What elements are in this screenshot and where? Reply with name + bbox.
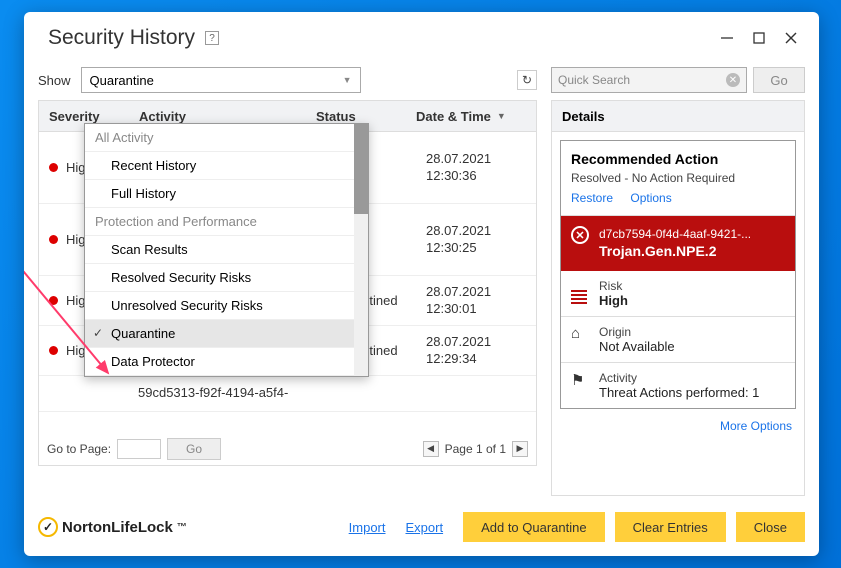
filter-selected: Quarantine xyxy=(90,73,154,88)
dropdown-item-unresolved-risks[interactable]: Unresolved Security Risks xyxy=(85,292,368,320)
goto-button[interactable]: Go xyxy=(167,438,221,460)
details-header: Details xyxy=(551,100,805,132)
activity-label: Activity xyxy=(599,371,759,385)
next-page-button[interactable]: ▶ xyxy=(512,441,528,457)
goto-input[interactable] xyxy=(117,439,161,459)
chevron-down-icon: ▼ xyxy=(343,75,352,85)
severity-dot-icon xyxy=(49,235,58,244)
dropdown-item-resolved-risks[interactable]: Resolved Security Risks xyxy=(85,264,368,292)
search-go-button[interactable]: Go xyxy=(753,67,805,93)
threat-name: Trojan.Gen.NPE.2 xyxy=(599,242,751,261)
trademark-icon: ™ xyxy=(177,522,187,533)
check-icon: ✓ xyxy=(38,517,58,537)
risk-value: High xyxy=(599,293,628,308)
import-link[interactable]: Import xyxy=(349,520,386,535)
restore-link[interactable]: Restore xyxy=(571,191,613,205)
close-button[interactable] xyxy=(783,30,799,46)
dropdown-item-quarantine[interactable]: Quarantine xyxy=(85,320,368,348)
col-activity[interactable]: Activity xyxy=(139,109,316,124)
brand-logo: ✓ NortonLifeLock ™ xyxy=(38,517,187,537)
security-history-window: Security History ? Show Quarantine ▼ ↻ S… xyxy=(24,12,819,556)
search-input[interactable]: Quick Search ✕ xyxy=(551,67,747,93)
filter-dropdown[interactable]: Quarantine ▼ xyxy=(81,67,361,93)
prev-page-button[interactable]: ◀ xyxy=(423,441,439,457)
threat-alert: ✕ d7cb7594-0f4d-4aaf-9421-... Trojan.Gen… xyxy=(561,216,795,271)
export-link[interactable]: Export xyxy=(406,520,444,535)
dropdown-scrollbar[interactable] xyxy=(354,124,368,376)
severity-dot-icon xyxy=(49,296,58,305)
col-severity[interactable]: Severity xyxy=(39,109,139,124)
dropdown-group: All Activity xyxy=(85,124,368,152)
close-footer-button[interactable]: Close xyxy=(736,512,805,542)
options-link[interactable]: Options xyxy=(630,191,671,205)
dropdown-group: Protection and Performance xyxy=(85,208,368,236)
dropdown-item-data-protector[interactable]: Data Protector xyxy=(85,348,368,376)
details-body: Recommended Action Resolved - No Action … xyxy=(551,132,805,496)
search-placeholder: Quick Search xyxy=(558,73,630,87)
titlebar: Security History ? xyxy=(24,12,819,60)
left-panel: Show Quarantine ▼ ↻ Severity Activity St… xyxy=(38,60,537,496)
sort-desc-icon: ▼ xyxy=(497,111,506,121)
filter-dropdown-menu: All Activity Recent History Full History… xyxy=(84,123,369,377)
dropdown-item-full-history[interactable]: Full History xyxy=(85,180,368,208)
activity-icon: ⚑ xyxy=(571,371,589,389)
origin-value: Not Available xyxy=(599,339,675,354)
maximize-button[interactable] xyxy=(751,30,767,46)
minimize-button[interactable] xyxy=(719,30,735,46)
page-title: Security History xyxy=(48,26,195,50)
right-panel: Quick Search ✕ Go Details Recommended Ac… xyxy=(551,60,805,496)
pager: Go to Page: Go ◀ Page 1 of 1 ▶ xyxy=(38,432,537,466)
refresh-button[interactable]: ↻ xyxy=(517,70,537,90)
activity-value: Threat Actions performed: 1 xyxy=(599,385,759,400)
risk-icon xyxy=(571,279,589,304)
severity-dot-icon xyxy=(49,163,58,172)
help-button[interactable]: ? xyxy=(205,31,219,45)
goto-label: Go to Page: xyxy=(47,442,111,456)
clear-search-icon[interactable]: ✕ xyxy=(726,73,740,87)
origin-icon: ⌂ xyxy=(571,325,589,342)
threat-hash: d7cb7594-0f4d-4aaf-9421-... xyxy=(599,226,751,242)
risk-label: Risk xyxy=(599,279,628,293)
threat-x-icon: ✕ xyxy=(571,226,589,244)
table-row[interactable]: 59cd5313-f92f-4194-a5f4- xyxy=(39,376,536,412)
more-options-link[interactable]: More Options xyxy=(720,419,792,433)
recommended-title: Recommended Action xyxy=(571,151,785,167)
clear-entries-button[interactable]: Clear Entries xyxy=(615,512,726,542)
filter-label: Show xyxy=(38,73,71,88)
dropdown-item-scan-results[interactable]: Scan Results xyxy=(85,236,368,264)
dropdown-item-recent-history[interactable]: Recent History xyxy=(85,152,368,180)
page-indicator: Page 1 of 1 xyxy=(445,442,506,456)
recommended-sub: Resolved - No Action Required xyxy=(571,171,785,185)
origin-label: Origin xyxy=(599,325,675,339)
col-status[interactable]: Status xyxy=(316,109,416,124)
col-date[interactable]: Date & Time▼ xyxy=(416,109,536,124)
add-quarantine-button[interactable]: Add to Quarantine xyxy=(463,512,605,542)
footer: ✓ NortonLifeLock ™ Import Export Add to … xyxy=(24,504,819,556)
severity-dot-icon xyxy=(49,346,58,355)
